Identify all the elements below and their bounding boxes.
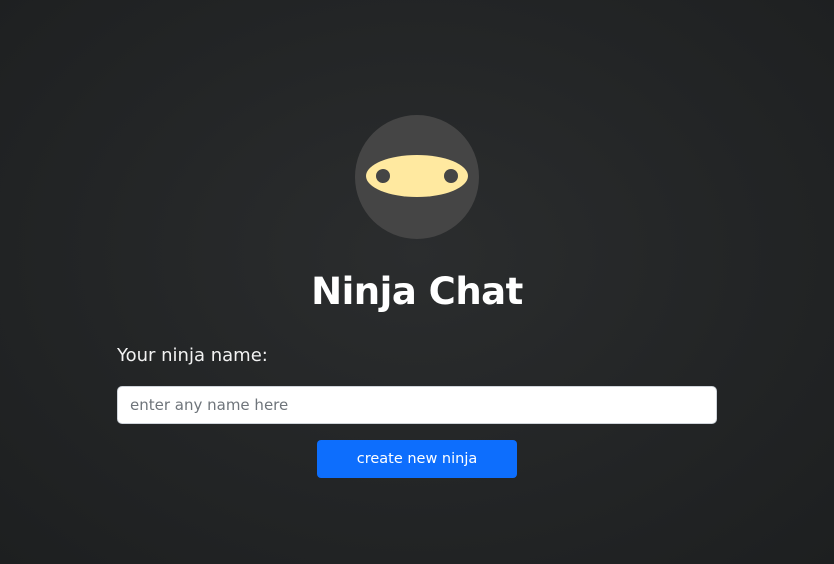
ninja-right-eye: [444, 169, 458, 183]
ninja-logo: [355, 115, 479, 239]
page-title: Ninja Chat: [311, 270, 523, 313]
ninja-left-eye: [376, 169, 390, 183]
ninja-face-icon: [366, 155, 468, 197]
ninja-name-input[interactable]: [117, 386, 717, 424]
create-ninja-button[interactable]: create new ninja: [317, 440, 517, 478]
ninja-name-label: Your ninja name:: [117, 345, 268, 366]
